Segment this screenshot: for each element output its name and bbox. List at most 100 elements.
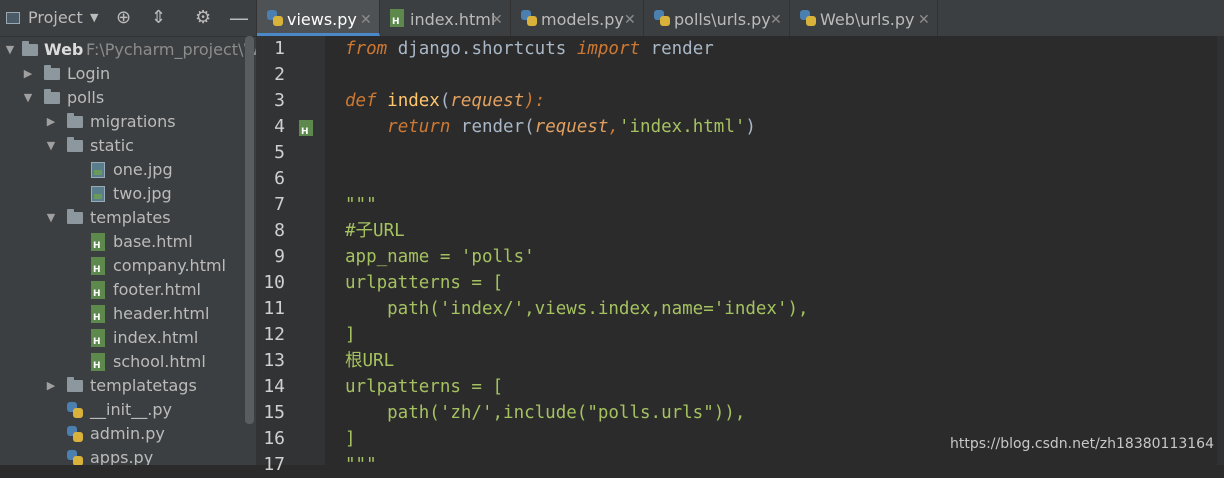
image-file-icon [91,162,105,178]
close-icon[interactable]: ✕ [770,0,782,40]
editor-tab[interactable]: polls\urls.py ✕ [644,0,790,36]
html-template-gutter-icon[interactable]: H [297,118,317,138]
html-file-icon [91,257,105,275]
code-line: urlpatterns = [ [345,270,503,296]
folder-icon [67,137,83,152]
project-view-label[interactable]: Project [28,0,83,36]
image-file-icon [91,186,105,202]
code-line: urlpatterns = [ [345,374,503,400]
editor-tab-bar: views.py✕index.html✕models.py✕polls\urls… [257,0,1224,37]
tree-item-label: templatetags [90,376,197,395]
expanded-arrow-icon[interactable]: ▼ [45,206,57,230]
collapsed-arrow-icon[interactable]: ▶ [45,374,57,398]
folder-icon [44,65,60,80]
line-number: 8 [274,220,285,241]
code-token: 根URL [345,351,395,371]
editor-tab[interactable]: models.py ✕ [511,0,644,36]
editor-tab[interactable]: Web\urls.py ✕ [790,0,938,36]
code-line: return render(request,'index.html') [345,114,756,140]
line-number: 4 [274,116,285,137]
line-number: 13 [263,350,285,371]
folder-icon [67,209,83,224]
code-line: from django.shortcuts import render [345,36,714,62]
code-editor[interactable]: from django.shortcuts import render def i… [325,36,1224,475]
code-token: urlpatterns = [ [345,377,504,397]
code-token: def [345,91,377,111]
close-icon[interactable]: ✕ [360,0,372,40]
editor-tab[interactable]: views.py ✕ [257,0,380,36]
folder-icon [44,89,60,104]
line-number: 16 [263,428,285,449]
code-token: ] [345,429,356,449]
code-token: path('index/',views.index,name='index'), [345,299,809,319]
close-icon[interactable]: ✕ [918,0,930,40]
code-line: """ [345,192,377,218]
code-token: """ [345,455,377,475]
code-token: , [608,117,619,137]
collapsed-arrow-icon[interactable]: ▶ [22,62,34,86]
watermark-text: https://blog.csdn.net/zh18380113164 [950,436,1214,452]
close-icon[interactable]: ✕ [624,0,636,40]
gear-icon[interactable]: ⚙ [195,0,211,36]
html-file-icon [390,9,404,27]
tree-item-label: index.html [113,328,199,347]
line-number: 9 [274,246,285,267]
line-number: 7 [274,194,285,215]
expanded-arrow-icon[interactable]: ▼ [45,134,57,158]
tab-label: Web\urls.py [820,10,915,29]
expanded-arrow-icon[interactable]: ▼ [22,86,34,110]
code-token: path('zh/',include("polls.urls")), [345,403,746,423]
line-number: 2 [274,64,285,85]
project-panel: Project ▼ ⊕ ⇕ ⚙ — ▼ Web F:\Pycharm_project… [0,0,257,465]
minimize-icon[interactable]: — [229,0,249,36]
tree-item-label: Login [67,64,111,83]
tree-item-label: two.jpg [113,184,172,203]
code-token: """ [345,195,377,215]
code-line: app_name = 'polls' [345,244,535,270]
code-token: app_name = 'polls' [345,247,535,267]
tab-label: models.py [541,10,624,29]
close-icon[interactable]: ✕ [491,0,503,40]
html-file-icon [91,353,105,371]
code-token: request [450,91,525,111]
tree-item-label: Web [44,40,84,59]
tree-item-label: apps.py [90,448,154,465]
tree-item-label: header.html [113,304,210,323]
tree-item-label: one.jpg [113,160,173,179]
editor-scrollbar[interactable] [1217,36,1224,465]
tree-item-label: templates [90,208,171,227]
code-token: ): [524,91,546,111]
code-token: from [345,39,388,59]
line-number: 3 [274,90,285,111]
tab-label: polls\urls.py [674,10,771,29]
html-file-icon [91,281,105,299]
tree-item-label: admin.py [90,424,165,443]
collapsed-arrow-icon[interactable]: ▶ [45,110,57,134]
folder-icon [67,113,83,128]
expanded-arrow-icon[interactable]: ▼ [4,38,16,62]
project-toolbar: Project ▼ ⊕ ⇕ ⚙ — [0,0,256,37]
code-token: return [387,117,451,137]
html-file-icon [91,233,105,251]
collapse-all-icon[interactable]: ⇕ [151,0,166,36]
editor-tab[interactable]: index.html✕ [380,0,511,36]
code-line: path('zh/',include("polls.urls")), [345,400,745,426]
tree-item-label: school.html [113,352,206,371]
code-line: """ [345,452,377,478]
tree-item-label: footer.html [113,280,201,299]
code-token: index [387,91,440,111]
python-file-icon [800,10,816,26]
line-number: 15 [263,402,285,423]
locate-target-icon[interactable]: ⊕ [116,0,131,36]
sidebar-scrollbar[interactable] [245,36,254,424]
code-line: ] [345,426,356,452]
chevron-down-icon[interactable]: ▼ [90,0,98,36]
line-number: 11 [263,298,285,319]
code-token: ) [745,117,756,137]
tree-item-label: base.html [113,232,193,251]
code-token: import [576,39,641,59]
editor-gutter: 1 2 3 4 5 6 7 8 9 10 11 12 13 14 15 16 17 [257,36,340,475]
code-token: urlpatterns = [ [345,273,504,293]
